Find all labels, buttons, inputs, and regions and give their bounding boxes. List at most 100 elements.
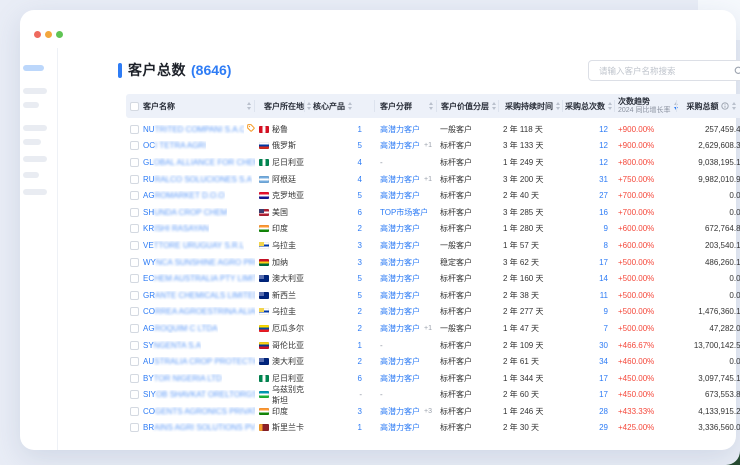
core-products-count[interactable]: 5 [358, 191, 362, 200]
close-window-icon[interactable] [34, 31, 41, 38]
row-checkbox[interactable] [130, 208, 139, 217]
purchase-times-link[interactable]: 27 [599, 191, 608, 200]
row-checkbox[interactable] [130, 175, 139, 184]
core-products-count[interactable]: 5 [358, 141, 362, 150]
core-products-count[interactable]: 4 [358, 175, 362, 184]
core-products-count[interactable]: 2 [358, 224, 362, 233]
row-checkbox[interactable] [130, 141, 139, 150]
purchase-times-link[interactable]: 17 [599, 258, 608, 267]
segment-link[interactable]: 高潜力客户 [380, 406, 420, 417]
core-products-count[interactable]: 4 [358, 158, 362, 167]
row-checkbox[interactable] [130, 374, 139, 383]
row-checkbox[interactable] [130, 258, 139, 267]
sidebar-item-active[interactable] [23, 65, 44, 71]
sort-desc-icon[interactable] [556, 107, 560, 110]
core-products-count[interactable]: 2 [358, 357, 362, 366]
customer-name-link[interactable]: AGROMARKET D.O.O [143, 191, 225, 200]
core-products-count[interactable]: 2 [358, 307, 362, 316]
column-header-times[interactable]: 采购总次数 [563, 94, 615, 118]
column-header-country[interactable]: 客户所在地 [255, 94, 305, 118]
sort-asc-icon[interactable] [608, 102, 612, 105]
sort-asc-icon[interactable] [429, 102, 433, 105]
sort-icon[interactable] [429, 102, 433, 110]
sort-desc-icon[interactable] [732, 107, 736, 110]
customer-name-link[interactable]: CORREA AGROESTRINA ALIANO R... [143, 307, 255, 316]
customer-name-link[interactable]: OCI TETRA AGRI [143, 141, 206, 150]
search-icon[interactable] [734, 66, 740, 76]
purchase-times-link[interactable]: 17 [599, 390, 608, 399]
purchase-times-link[interactable]: 17 [599, 374, 608, 383]
segment-link[interactable]: 高潜力客户 [380, 356, 420, 367]
column-header-name[interactable]: 客户名称 [142, 94, 255, 118]
sort-desc-icon[interactable] [247, 107, 251, 110]
purchase-times-link[interactable]: 16 [599, 208, 608, 217]
segment-link[interactable]: TOP市场客户 [380, 207, 428, 218]
purchase-times-link[interactable]: 29 [599, 423, 608, 432]
purchase-times-link[interactable]: 28 [599, 407, 608, 416]
row-checkbox[interactable] [130, 224, 139, 233]
sidebar-skeleton-bar[interactable] [23, 156, 47, 162]
segment-link[interactable]: 高潜力客户 [380, 373, 420, 384]
segment-link[interactable]: 高潜力客户 [380, 124, 420, 135]
purchase-times-link[interactable]: 11 [600, 291, 608, 300]
customer-name-link[interactable]: RURALCO SOLUCIONES S.A [143, 175, 252, 184]
row-checkbox[interactable] [130, 357, 139, 366]
purchase-times-link[interactable]: 14 [599, 274, 608, 283]
segment-link[interactable]: 高潜力客户 [380, 174, 420, 185]
purchase-times-link[interactable]: 9 [604, 307, 608, 316]
row-checkbox[interactable] [130, 307, 139, 316]
segment-link[interactable]: 高潜力客户 [380, 323, 420, 334]
customer-name-link[interactable]: COGENTS AGRONICS PRIVATE L... [143, 407, 255, 416]
sort-desc-icon[interactable] [348, 107, 352, 110]
customer-name-link[interactable]: BRAINS AGRI SOLUTIONS PVT LTD [143, 423, 255, 432]
column-header-products[interactable]: 核心产品 [305, 94, 375, 118]
customer-name-link[interactable]: ECHEM AUSTRALIA PTY LIMITED [143, 274, 255, 283]
maximize-window-icon[interactable] [56, 31, 63, 38]
select-all-checkbox[interactable] [130, 102, 139, 111]
column-header-tier[interactable]: 客户价值分层 [437, 94, 499, 118]
core-products-count[interactable]: 6 [358, 374, 362, 383]
sort-asc-icon[interactable] [556, 102, 560, 105]
purchase-times-link[interactable]: 12 [599, 141, 608, 150]
segment-link[interactable]: 高潜力客户 [380, 306, 420, 317]
purchase-times-link[interactable]: 12 [599, 125, 608, 134]
core-products-count[interactable]: 3 [358, 258, 362, 267]
sidebar-skeleton-bar[interactable] [23, 125, 47, 131]
customer-name-link[interactable]: SYNGENTA S.A [143, 341, 201, 350]
segment-link[interactable]: 高潜力客户 [380, 257, 420, 268]
sort-icon[interactable] [732, 102, 736, 110]
core-products-count[interactable]: 3 [358, 241, 362, 250]
customer-name-link[interactable]: GLOBAL ALLIANCE FOR CHEMICA... [143, 158, 255, 167]
segment-link[interactable]: 高潜力客户 [380, 140, 420, 151]
sort-desc-icon[interactable] [492, 107, 496, 110]
customer-name-link[interactable]: GRANTE CHEMICALS LIMITED [143, 291, 255, 300]
sidebar-skeleton-bar[interactable] [23, 189, 47, 195]
row-checkbox[interactable] [130, 423, 139, 432]
sort-icon[interactable] [556, 102, 560, 110]
core-products-count[interactable]: 1 [358, 423, 362, 432]
segment-link[interactable]: 高潜力客户 [380, 240, 420, 251]
purchase-times-link[interactable]: 34 [599, 357, 608, 366]
row-checkbox[interactable] [130, 274, 139, 283]
sort-asc-icon[interactable] [492, 102, 496, 105]
row-checkbox[interactable] [130, 125, 139, 134]
core-products-count[interactable]: 6 [358, 208, 362, 217]
column-header-trend[interactable]: 次数趋势2024 同比增长率 [615, 94, 677, 118]
row-checkbox[interactable] [130, 341, 139, 350]
core-products-count[interactable]: 5 [358, 291, 362, 300]
purchase-times-link[interactable]: 31 [599, 175, 608, 184]
purchase-times-link[interactable]: 7 [604, 324, 608, 333]
row-checkbox[interactable] [130, 390, 139, 399]
customer-name-link[interactable]: WYNCA SUNSHINE AGRO PRODU... [143, 258, 255, 267]
purchase-times-link[interactable]: 30 [599, 341, 608, 350]
core-products-count[interactable]: 5 [358, 274, 362, 283]
sort-desc-icon[interactable] [429, 107, 433, 110]
sidebar-skeleton-bar[interactable] [23, 139, 41, 145]
sort-icon[interactable] [247, 102, 251, 110]
core-products-count[interactable]: 3 [358, 407, 362, 416]
row-checkbox[interactable] [130, 191, 139, 200]
column-header-amount[interactable]: 采购总额 [677, 94, 740, 118]
customer-name-link[interactable]: NUTRITED COMPANI S.A.C [143, 125, 244, 134]
customer-name-link[interactable]: VETTORE URUGUAY S.R.L [143, 241, 244, 250]
column-header-segment[interactable]: 客户分群 [375, 94, 437, 118]
